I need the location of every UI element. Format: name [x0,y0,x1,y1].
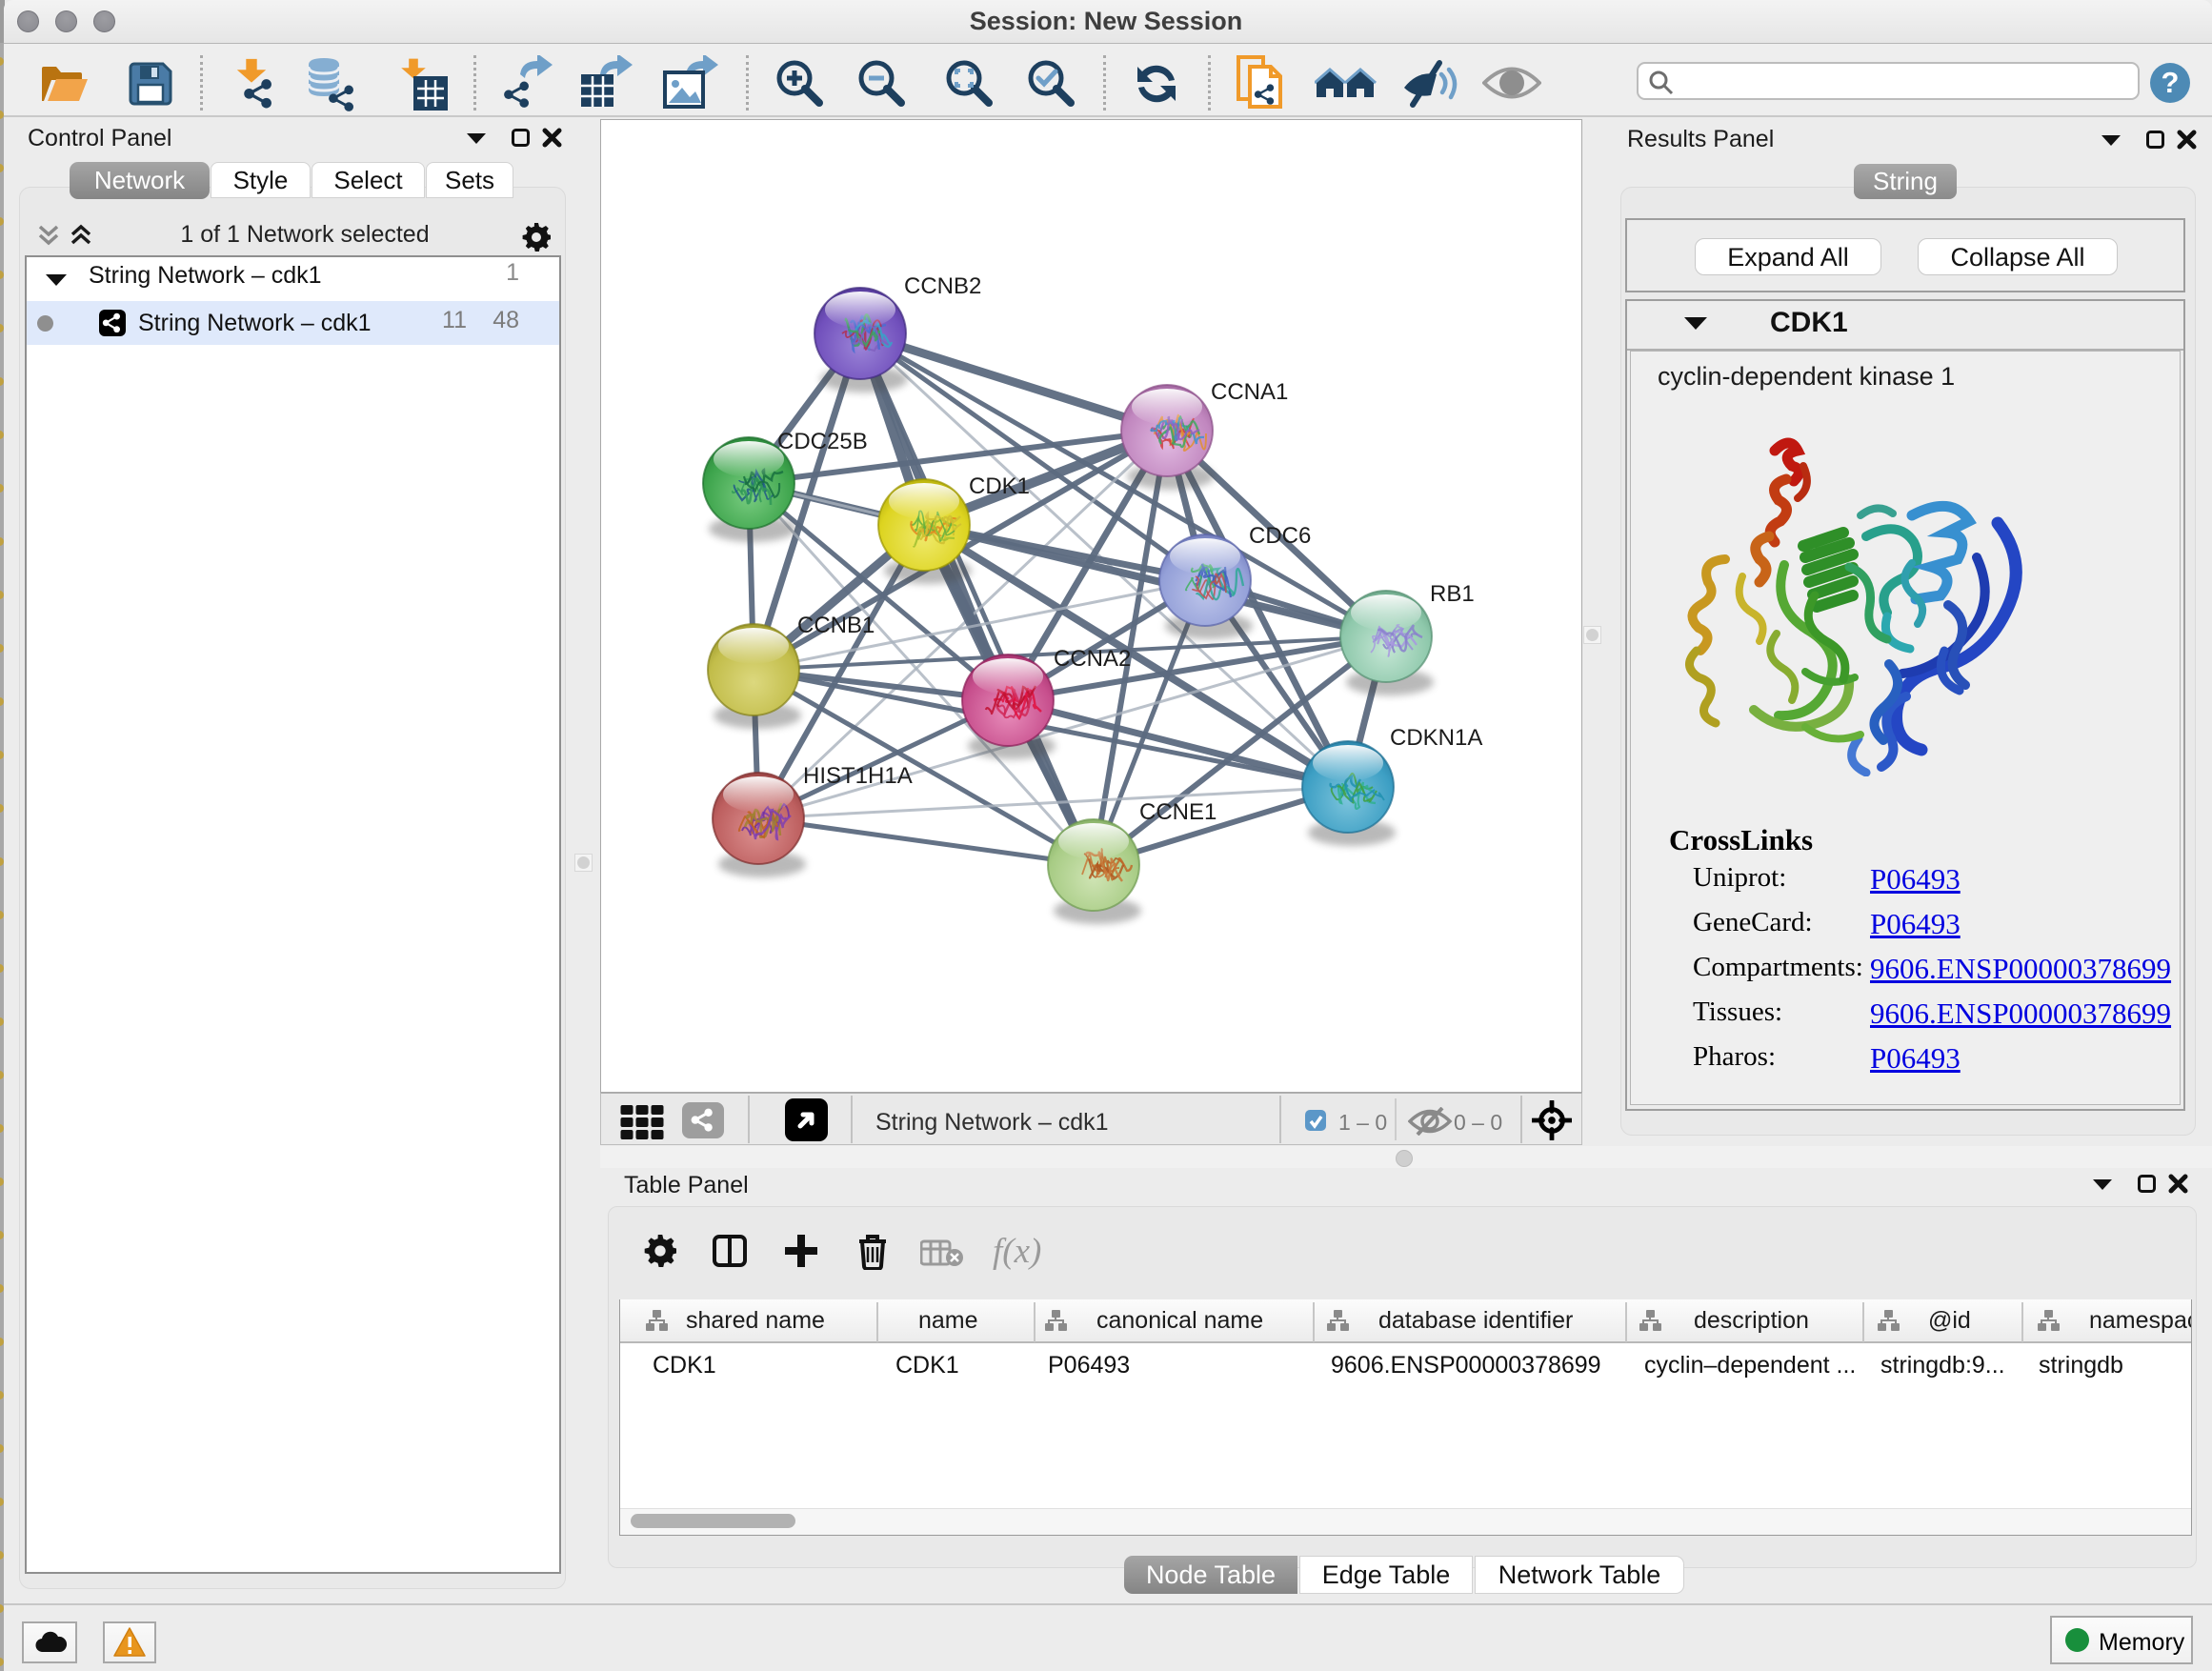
svg-text:CCNB2: CCNB2 [904,273,981,299]
svg-text:CDC6: CDC6 [1249,523,1311,549]
svg-text:CCNA2: CCNA2 [1054,646,1131,672]
svg-text:RB1: RB1 [1430,581,1475,607]
svg-text:CCNA1: CCNA1 [1211,379,1288,405]
svg-text:CCNB1: CCNB1 [797,613,875,638]
svg-text:CDK1: CDK1 [969,473,1030,499]
svg-text:CDKN1A: CDKN1A [1390,725,1482,751]
svg-text:HIST1H1A: HIST1H1A [803,763,913,789]
svg-text:CCNE1: CCNE1 [1139,799,1217,825]
svg-text:CDC25B: CDC25B [777,429,868,454]
